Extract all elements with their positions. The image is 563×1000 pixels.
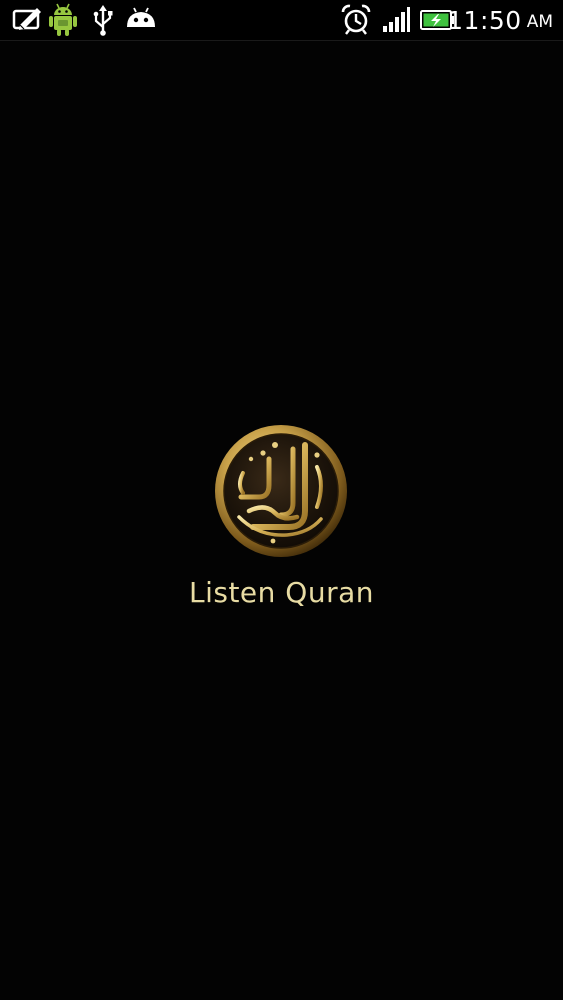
pencil-note-icon	[12, 8, 41, 30]
usb-icon	[93, 5, 113, 36]
status-ampm: AM	[526, 12, 553, 32]
android-debug-icon	[127, 7, 155, 27]
status-clock: 11:50 AM	[447, 0, 553, 40]
alarm-clock-icon	[341, 4, 371, 35]
quran-calligraphy-emblem-icon	[215, 425, 347, 557]
status-bar: 11:50 AM	[0, 0, 563, 41]
app-title: Listen Quran	[188, 576, 375, 609]
splash-screen: 11:50 AM Listen Quran	[0, 0, 563, 1000]
status-time: 11:50	[447, 5, 522, 35]
signal-strength-icon	[383, 7, 410, 32]
android-robot-icon	[49, 3, 77, 36]
